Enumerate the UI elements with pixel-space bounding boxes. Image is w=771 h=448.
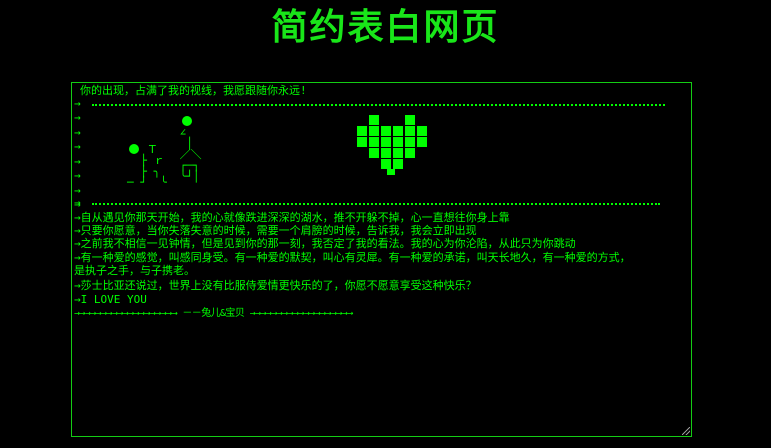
paragraph-4: →有一种爱的感觉，叫感同身受。有一种爱的默契，叫心有灵犀。有一种爱的承诺，叫天长… bbox=[74, 251, 631, 264]
paragraph-4-continued: 是执子之手，与子携老。 bbox=[74, 264, 195, 277]
arrow-line-1: → bbox=[74, 97, 81, 110]
figure-right-body: ∠ │ ／＼ ┌─┐ ╰┘│ bbox=[179, 126, 202, 183]
paragraph-2: →只要你愿意，当你失落失意的时候，需要一个肩膀的时候，告诉我，我会立即出现 bbox=[74, 224, 477, 237]
arrow-line-2: → bbox=[74, 196, 81, 209]
resize-grip-icon[interactable] bbox=[682, 427, 690, 435]
figure-left-body: Ｔ ├ ｒ ├ ╮ ─ ┘ ╰ bbox=[127, 143, 167, 189]
figure-right-head bbox=[182, 116, 192, 126]
i-love-you-line: →I LOVE YOU bbox=[74, 293, 147, 306]
signature-line: →→→→→→→→→→→→→→→→→→→ －－兔儿&宝贝 →→→→→→→→→→→→… bbox=[74, 308, 353, 319]
page-title: 简约表白网页 bbox=[271, 7, 500, 48]
paragraph-5: →莎士比亚还说过，世界上没有比服侍爱情更快乐的了，你愿不愿意享受这种快乐？ bbox=[74, 279, 477, 292]
intro-line: 你的出现，占满了我的视线，我愿跟随你永远! bbox=[80, 84, 307, 97]
paragraph-3: →之前我不相信一见钟情，但是见到你的那一刻，我否定了我的看法。我的心为你沦陷，从… bbox=[74, 237, 576, 250]
paragraph-1: →自从遇见你那天开始，我的心就像跌进深深的湖水，推不开躲不掉，心一直想往你身上靠 bbox=[74, 211, 510, 224]
dotted-divider-bottom bbox=[92, 203, 660, 205]
message-textarea[interactable]: 你的出现，占满了我的视线，我愿跟随你永远! → → → → → → → → Ｔ … bbox=[71, 82, 692, 437]
dotted-divider-top bbox=[92, 104, 665, 106]
